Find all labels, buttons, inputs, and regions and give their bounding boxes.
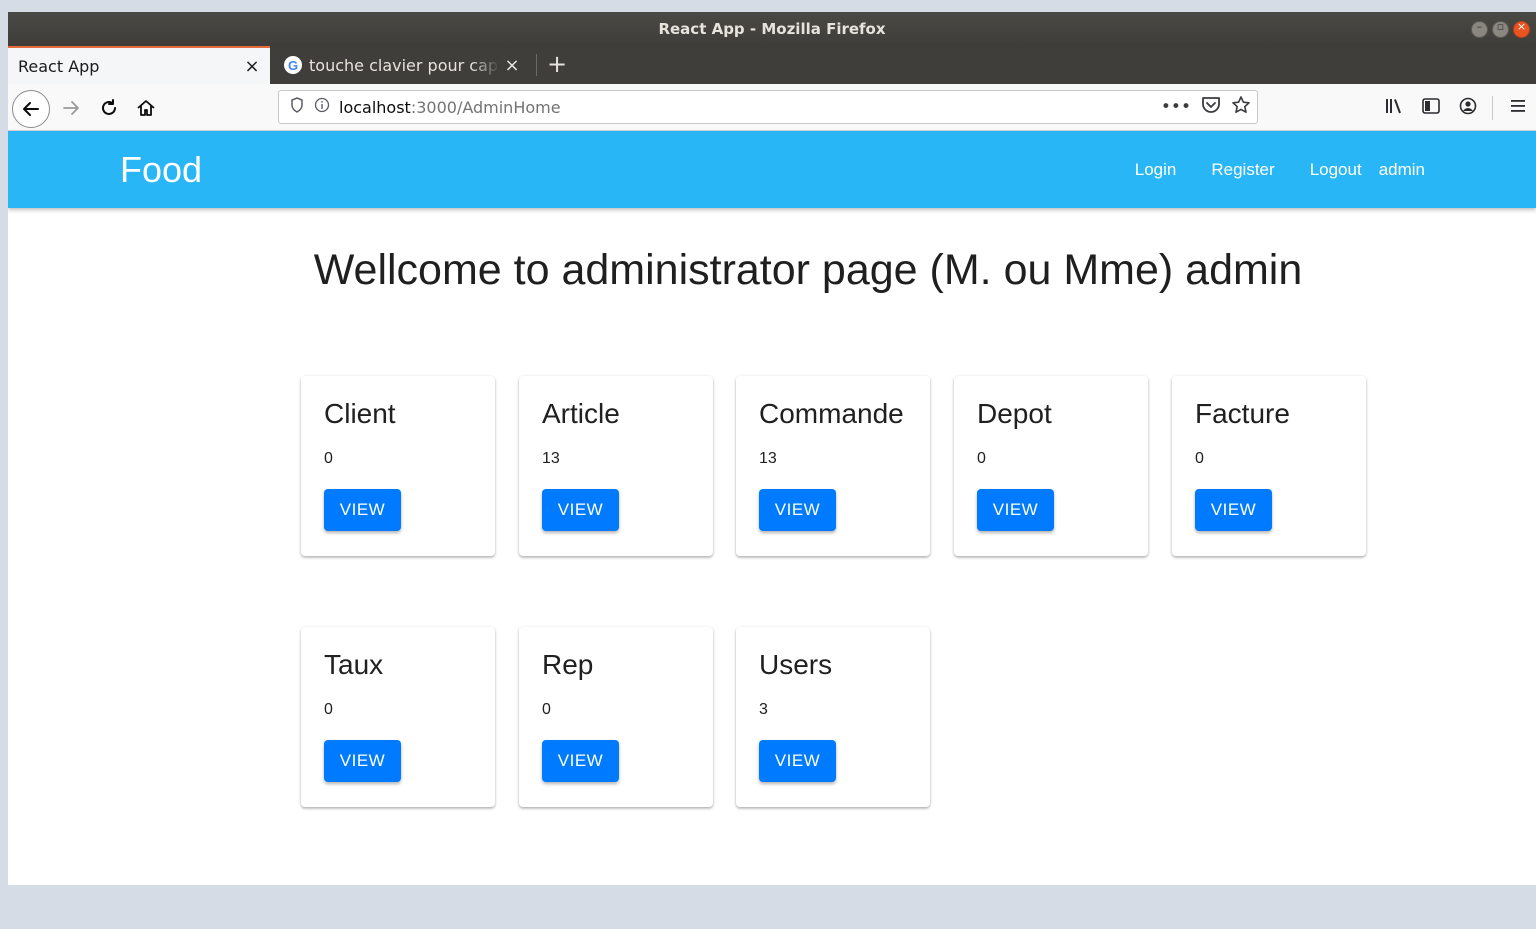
view-rep-button[interactable]: VIEW	[542, 740, 619, 782]
window-controls: – ▫ ×	[1471, 20, 1530, 38]
url-host: localhost	[339, 97, 411, 117]
close-icon: ×	[1516, 20, 1527, 33]
card-title: Commande	[759, 398, 904, 429]
bookmark-star-icon[interactable]	[1231, 95, 1251, 120]
tab-label: touche clavier pour capture	[309, 55, 500, 75]
card-article: Article 13 VIEW	[519, 376, 713, 556]
card-title: Rep	[542, 649, 594, 680]
username-label: admin	[1378, 160, 1425, 179]
reload-icon	[102, 99, 116, 115]
forward-button[interactable]	[54, 91, 88, 125]
card-facture: Facture 0 VIEW	[1172, 376, 1366, 556]
url-actions: •••	[1161, 91, 1251, 123]
sidebar-icon[interactable]	[1412, 97, 1449, 120]
page-title: Wellcome to administrator page (M. ou Mm…	[313, 246, 1303, 294]
page-actions-icon[interactable]: •••	[1161, 97, 1191, 117]
view-users-button[interactable]: VIEW	[759, 740, 836, 782]
tab-react-app[interactable]: React App ×	[8, 46, 270, 84]
tab-close-icon[interactable]: ×	[240, 56, 264, 77]
brand-logo[interactable]: Food	[120, 149, 202, 191]
tab-separator	[536, 54, 537, 76]
back-button[interactable]	[12, 90, 50, 128]
view-facture-button[interactable]: VIEW	[1195, 489, 1272, 531]
card-commande: Commande 13 VIEW	[736, 376, 930, 556]
card-title: Users	[759, 649, 833, 680]
card-count: 13	[759, 450, 777, 467]
close-window-button[interactable]: ×	[1513, 20, 1530, 38]
maximize-icon: ▫	[1496, 20, 1505, 33]
card-title: Article	[542, 398, 620, 429]
shield-icon	[291, 97, 303, 113]
view-client-button[interactable]: VIEW	[324, 489, 401, 531]
login-link[interactable]: Login	[1135, 160, 1177, 180]
card-depot: Depot 0 VIEW	[954, 376, 1148, 556]
register-link[interactable]: Register	[1211, 160, 1274, 180]
tab-label: React App	[18, 56, 100, 76]
home-icon	[137, 100, 155, 116]
address-bar[interactable]: localhost:3000/AdminHome •••	[278, 90, 1258, 124]
new-tab-button[interactable]: +	[543, 50, 571, 78]
card-title: Facture	[1195, 398, 1290, 429]
toolbar-separator	[1492, 96, 1493, 120]
view-article-button[interactable]: VIEW	[542, 489, 619, 531]
google-icon: G	[284, 56, 302, 74]
tab-close-icon[interactable]: ×	[500, 55, 524, 76]
account-icon[interactable]	[1449, 96, 1486, 121]
home-button[interactable]	[129, 91, 163, 125]
card-taux: Taux 0 VIEW	[301, 627, 495, 807]
site-info-icon[interactable]	[311, 97, 333, 117]
card-count: 3	[759, 701, 768, 718]
browser-window: React App - Mozilla Firefox – ▫ × React …	[8, 12, 1536, 885]
header-nav: Login Register Logout admin	[1135, 160, 1425, 180]
view-taux-button[interactable]: VIEW	[324, 740, 401, 782]
arrow-left-icon	[23, 102, 39, 116]
info-icon	[314, 97, 330, 113]
reload-button[interactable]	[92, 91, 126, 125]
view-commande-button[interactable]: VIEW	[759, 489, 836, 531]
minimize-icon: –	[1476, 20, 1483, 33]
card-title: Taux	[324, 649, 384, 680]
menu-icon[interactable]	[1499, 98, 1536, 119]
app-header: Food Login Register Logout admin	[8, 131, 1536, 208]
tab-bar: React App × G touche clavier pour captur…	[8, 46, 1536, 84]
card-title: Depot	[977, 398, 1052, 429]
card-users: Users 3 VIEW	[736, 627, 930, 807]
card-title: Client	[324, 398, 396, 429]
card-rep: Rep 0 VIEW	[519, 627, 713, 807]
view-depot-button[interactable]: VIEW	[977, 489, 1054, 531]
card-count: 13	[542, 450, 560, 467]
window-title: React App - Mozilla Firefox	[658, 20, 886, 38]
card-count: 0	[1195, 450, 1204, 467]
maximize-button[interactable]: ▫	[1492, 20, 1509, 38]
card-count: 0	[977, 450, 986, 467]
url-path: :3000/AdminHome	[410, 97, 561, 117]
title-bar: React App - Mozilla Firefox – ▫ ×	[8, 12, 1536, 46]
library-icon[interactable]	[1375, 97, 1412, 120]
tab-google-search[interactable]: G touche clavier pour capture ×	[280, 46, 530, 84]
minimize-button[interactable]: –	[1471, 20, 1488, 38]
pocket-icon[interactable]	[1201, 96, 1221, 119]
logout-link[interactable]: Logout	[1310, 160, 1362, 180]
toolbar-right	[1375, 91, 1536, 125]
arrow-right-icon	[63, 101, 79, 115]
card-count: 0	[324, 450, 333, 467]
card-count: 0	[542, 701, 551, 718]
tracking-shield-icon[interactable]	[283, 97, 311, 117]
navigation-toolbar: localhost:3000/AdminHome •••	[8, 84, 1536, 131]
card-count: 0	[324, 701, 333, 718]
card-client: Client 0 VIEW	[301, 376, 495, 556]
